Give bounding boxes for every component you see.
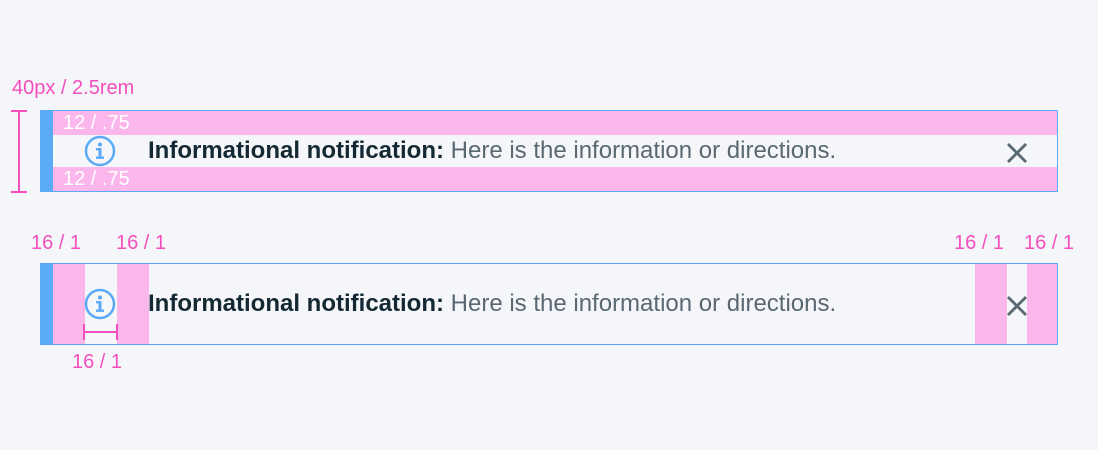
close-icon[interactable]: [1006, 142, 1028, 164]
height-dimension-bracket: [11, 110, 27, 193]
notification-title: Informational notification:: [148, 137, 444, 164]
icon-right-spacing-band: [117, 264, 149, 344]
close-icon[interactable]: [1006, 295, 1028, 317]
notification-title: Informational notification:: [148, 290, 444, 317]
top-padding-band: 12 / .75: [41, 111, 1057, 135]
notification-text: Informational notification: Here is the …: [148, 289, 836, 319]
info-circle-icon: [84, 135, 116, 167]
close-right-spacing-band: [1027, 264, 1057, 344]
left-padding-annotation: 16 / 1: [31, 232, 82, 254]
accent-bar: [41, 264, 53, 344]
icon-width-dimension: [83, 324, 118, 340]
icon-gap-annotation: 16 / 1: [72, 351, 123, 373]
notification-horizontal-spec: Informational notification: Here is the …: [40, 263, 1058, 345]
left-padding-band: [53, 264, 85, 344]
close-right-annotation: 16 / 1: [1024, 232, 1075, 254]
notification-text: Informational notification: Here is the …: [148, 136, 836, 166]
accent-bar: [41, 111, 53, 191]
close-left-annotation: 16 / 1: [954, 232, 1005, 254]
notification-message: Here is the information or directions.: [443, 290, 837, 317]
close-left-spacing-band: [975, 264, 1007, 344]
bottom-padding-band: 12 / .75: [41, 167, 1057, 191]
notification-message: Here is the information or directions.: [443, 137, 837, 164]
icon-spacing-annotation: 16 / 1: [116, 232, 167, 254]
height-annotation-label: 40px / 2.5rem: [12, 77, 135, 99]
notification-vertical-spec: 12 / .75 12 / .75 Informational notifica…: [40, 110, 1058, 192]
info-circle-icon: [84, 288, 116, 320]
top-padding-label: 12 / .75: [63, 112, 130, 134]
bottom-padding-label: 12 / .75: [63, 168, 130, 190]
